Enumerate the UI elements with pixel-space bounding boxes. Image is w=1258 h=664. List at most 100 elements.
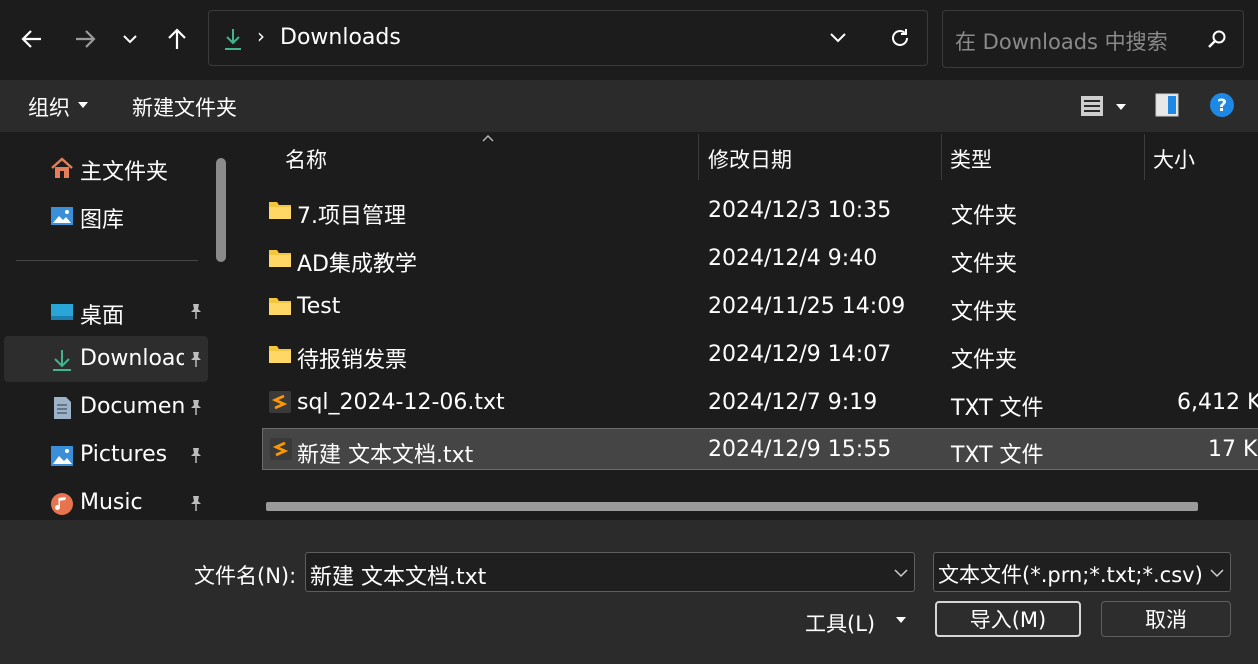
sidebar-item-label: Documents <box>80 394 184 419</box>
import-button[interactable]: 导入(M) <box>935 601 1081 637</box>
file-type: 文件夹 <box>951 252 1018 277</box>
text-file-icon <box>269 391 291 413</box>
pin-icon <box>191 352 201 367</box>
dialog-footer: 文件名(N): 新建 文本文档.txt 文本文件(*.prn;*.txt;*.c… <box>0 520 1258 664</box>
recent-locations-button[interactable] <box>113 22 147 56</box>
search-icon <box>1208 30 1226 48</box>
forward-button[interactable] <box>68 22 102 56</box>
folder-icon <box>269 202 291 219</box>
preview-pane-button[interactable] <box>1154 92 1182 120</box>
sidebar-item-gallery[interactable]: 图库 <box>4 192 208 238</box>
file-modified: 2024/12/9 14:07 <box>708 342 892 367</box>
back-arrow-icon <box>21 30 41 48</box>
tools-button[interactable]: 工具(L) <box>798 600 918 640</box>
caret-down-icon <box>1116 104 1126 110</box>
file-modified: 2024/11/25 14:09 <box>708 294 906 319</box>
forward-arrow-icon <box>76 30 96 48</box>
file-type: 文件夹 <box>951 300 1018 325</box>
organize-label: 组织 <box>28 96 70 120</box>
folder-icon <box>269 298 291 315</box>
horizontal-scrollbar-thumb[interactable] <box>266 502 1198 511</box>
file-modified: 2024/12/7 9:19 <box>708 390 878 415</box>
help-icon: ? <box>1210 93 1234 117</box>
address-history-chevron-icon[interactable] <box>829 31 847 45</box>
view-options-button[interactable] <box>1074 90 1134 122</box>
back-button[interactable] <box>15 22 49 56</box>
file-modified: 2024/12/4 9:40 <box>708 246 878 271</box>
file-size: 6,412 KB <box>1177 390 1258 415</box>
tools-label: 工具(L) <box>805 612 876 636</box>
cancel-button[interactable]: 取消 <box>1101 601 1231 637</box>
file-row-selected[interactable]: 新建 文本文档.txt 2024/12/9 15:55 TXT 文件 17 KB <box>262 428 1258 470</box>
column-header-modified[interactable]: 修改日期 <box>699 132 941 182</box>
file-row[interactable]: sql_2024-12-06.txt 2024/12/7 9:19 TXT 文件… <box>262 382 1258 424</box>
file-type: 文件夹 <box>951 348 1018 373</box>
sidebar-item-music[interactable]: Music <box>4 480 208 520</box>
sidebar-separator <box>16 260 198 261</box>
filename-value: 新建 文本文档.txt <box>310 565 487 590</box>
filetype-select[interactable]: 文本文件(*.prn;*.txt;*.csv) <box>933 552 1231 592</box>
sidebar-item-downloads[interactable]: Downloads <box>4 336 208 382</box>
file-row[interactable]: AD集成教学 2024/12/4 9:40 文件夹 <box>262 238 1258 280</box>
sidebar-item-documents[interactable]: Documents <box>4 384 208 430</box>
pin-icon <box>191 400 201 415</box>
column-header-label: 名称 <box>285 148 327 172</box>
home-icon <box>51 157 73 178</box>
breadcrumb-downloads[interactable]: Downloads <box>280 25 401 50</box>
chevron-down-icon[interactable] <box>894 568 908 578</box>
file-name: AD集成教学 <box>297 252 417 277</box>
refresh-icon[interactable] <box>889 27 911 49</box>
gallery-icon <box>51 207 73 225</box>
sidebar-item-label: Pictures <box>80 442 168 467</box>
filename-label: 文件名(N): <box>194 564 297 588</box>
chevron-down-icon <box>1210 569 1224 578</box>
file-name: 7.项目管理 <box>297 204 406 229</box>
documents-icon <box>54 397 71 419</box>
file-name: 新建 文本文档.txt <box>297 443 474 468</box>
new-folder-button[interactable]: 新建文件夹 <box>124 80 254 132</box>
file-row[interactable]: Test 2024/11/25 14:09 文件夹 <box>262 286 1258 328</box>
help-button[interactable]: ? <box>1209 92 1237 120</box>
column-header-name[interactable]: 名称 <box>240 132 698 182</box>
folder-icon <box>269 250 291 267</box>
sidebar-item-label: 主文件夹 <box>80 160 169 185</box>
file-name: Test <box>297 294 341 319</box>
import-label: 导入(M) <box>969 608 1047 632</box>
file-row[interactable]: 待报销发票 2024/12/9 14:07 文件夹 <box>262 334 1258 376</box>
sidebar-item-desktop[interactable]: 桌面 <box>4 288 208 334</box>
sidebar-scrollbar-thumb[interactable] <box>216 158 226 262</box>
column-header-type[interactable]: 类型 <box>942 132 1144 182</box>
file-size: 17 KB <box>1208 437 1258 462</box>
command-bar: 组织 新建文件夹 ? <box>0 80 1258 132</box>
pin-icon <box>191 304 201 319</box>
file-type: 文件夹 <box>951 204 1018 229</box>
music-icon <box>51 493 73 515</box>
caret-down-icon <box>896 617 906 623</box>
file-name: 待报销发票 <box>297 348 408 373</box>
organize-button[interactable]: 组织 <box>20 80 96 132</box>
cancel-label: 取消 <box>1145 608 1187 632</box>
file-name: sql_2024-12-06.txt <box>297 390 505 415</box>
sidebar-item-label: 图库 <box>80 208 125 233</box>
file-type: TXT 文件 <box>951 443 1044 468</box>
filetype-value: 文本文件(*.prn;*.txt;*.csv) <box>938 563 1203 587</box>
file-list: 名称 修改日期 类型 大小 7.项目管理 2024/12/3 10:35 文件夹… <box>240 132 1258 520</box>
search-box[interactable]: 在 Downloads 中搜索 <box>942 10 1244 68</box>
preview-pane-icon <box>1155 93 1179 117</box>
navigation-bar: › Downloads 在 Downloads 中搜索 <box>0 0 1258 80</box>
column-header-size[interactable]: 大小 <box>1145 132 1258 182</box>
address-bar[interactable]: › Downloads <box>208 10 928 66</box>
file-row[interactable]: 7.项目管理 2024/12/3 10:35 文件夹 <box>262 190 1258 232</box>
sidebar-item-label: Downloads <box>80 346 184 371</box>
chevron-down-icon <box>123 35 137 44</box>
svg-text:?: ? <box>1217 96 1227 116</box>
download-icon <box>225 29 241 50</box>
list-view-icon <box>1081 96 1103 116</box>
up-button[interactable] <box>160 22 194 56</box>
sidebar-item-home[interactable]: 主文件夹 <box>4 144 208 190</box>
filename-input[interactable]: 新建 文本文档.txt <box>305 552 915 592</box>
pin-icon <box>191 448 201 463</box>
sidebar-item-pictures[interactable]: Pictures <box>4 432 208 478</box>
up-arrow-icon <box>168 28 186 49</box>
desktop-icon <box>51 304 73 320</box>
